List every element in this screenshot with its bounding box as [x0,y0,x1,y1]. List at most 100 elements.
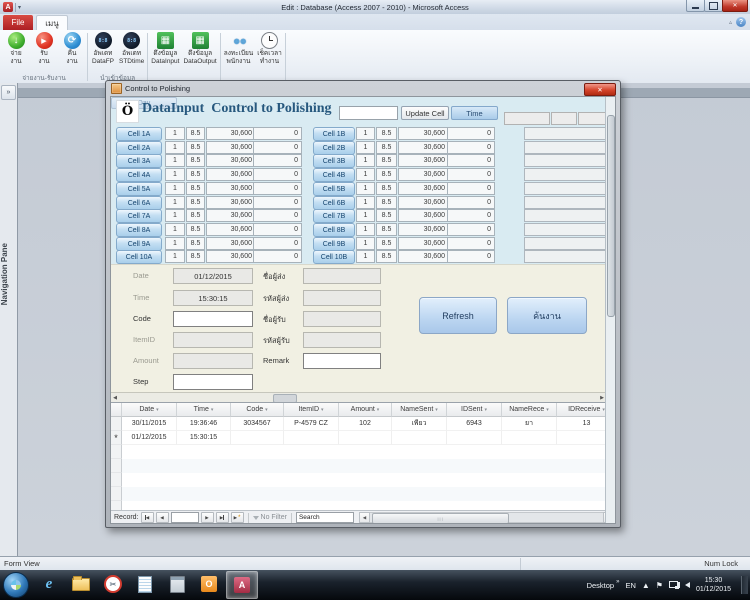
cell-field-target[interactable]: 30,600 [398,209,449,222]
cell-field-qty[interactable]: 1 [165,250,185,263]
cell-field-target[interactable]: 30,600 [206,223,256,236]
cell-field-target[interactable]: 30,600 [398,127,449,140]
cell-button-cell-6b[interactable]: Cell 6B [313,196,355,210]
cell-field-actual[interactable]: 0 [447,141,495,154]
navigation-pane-expand-icon[interactable]: » [1,85,16,100]
tab-file[interactable]: File [3,15,33,30]
start-button[interactable] [3,572,29,598]
cell-button-cell-5b[interactable]: Cell 5B [313,182,355,196]
cell-field-actual[interactable]: 0 [447,209,495,222]
cell-button-cell-5a[interactable]: Cell 5A [116,182,162,196]
cell-field-hours[interactable]: 8.5 [186,182,205,195]
cell-field-actual[interactable]: 0 [447,154,495,167]
column-header-namerece[interactable]: NameRece▾ [502,403,557,417]
ribbon-button-DataFP[interactable]: 8:8อัพเดทDataFP [89,32,117,66]
cell-remark-box[interactable] [524,250,607,263]
sort-dropdown-icon[interactable]: ▾ [156,407,159,413]
cell-button-cell-10a[interactable]: Cell 10A [116,250,162,264]
cell-remark-box[interactable] [524,237,607,250]
scroll-left-icon[interactable]: ◀ [111,394,119,402]
taskbar-button-notepad[interactable] [130,571,160,597]
cell-field-target[interactable]: 30,600 [206,237,256,250]
column-header-idsent[interactable]: IDSent▾ [447,403,502,417]
cell-field-qty[interactable]: 1 [356,250,375,263]
cell-field-hours[interactable]: 8.5 [186,127,205,140]
cell-field-actual[interactable]: 0 [447,127,495,140]
cell-field-actual[interactable]: 0 [253,223,302,236]
column-header-amount[interactable]: Amount▾ [339,403,392,417]
cell-field-qty[interactable]: 1 [356,154,375,167]
show-desktop-button[interactable] [741,576,748,595]
ribbon-button-ทำงาน[interactable]: เช็คเวลาทำงาน [255,32,284,66]
cell-button-cell-7b[interactable]: Cell 7B [313,209,355,223]
taskbar-button-snipping-tool[interactable]: ✂ [98,571,128,597]
ribbon-button-พนักงาน[interactable]: ☻☻ลงทะเบียนพนักงาน [222,32,256,66]
help-icon[interactable]: ? [736,17,746,27]
cell-field-qty[interactable]: 1 [165,182,185,195]
cell-button-cell-9a[interactable]: Cell 9A [116,237,162,251]
cell-field-hours[interactable]: 8.5 [186,209,205,222]
search-input[interactable]: Search [296,512,354,523]
cell-field-actual[interactable]: 0 [447,223,495,236]
cell-field-target[interactable]: 30,600 [206,127,256,140]
first-record-button[interactable]: ◀ [141,512,154,523]
new-record-button[interactable]: ▶* [231,512,244,523]
cell-field-target[interactable]: 30,600 [206,209,256,222]
column-header-code[interactable]: Code▾ [231,403,284,417]
cell-field-hours[interactable]: 8.5 [186,196,205,209]
cell-button-cell-8a[interactable]: Cell 8A [116,223,162,237]
table-row[interactable]: 30/11/201519:36:463034567P-4579 CZ102เพี… [111,417,606,431]
cell-remark-box[interactable] [524,182,607,195]
cell-field-target[interactable]: 30,600 [206,182,256,195]
cell-field-qty[interactable]: 1 [165,209,185,222]
cell-button-cell-4b[interactable]: Cell 4B [313,168,355,182]
cell-field-hours[interactable]: 8.5 [186,168,205,181]
sort-dropdown-icon[interactable]: ▾ [321,407,324,413]
navigation-pane-collapsed[interactable]: » Navigation Pane [0,83,18,556]
show-hidden-icons[interactable]: ▲ [642,581,650,590]
cell-field-qty[interactable]: 1 [356,127,375,140]
cell-field-target[interactable]: 30,600 [206,196,256,209]
field-code[interactable] [173,311,253,327]
cell-field-actual[interactable]: 0 [253,250,302,263]
cell-field-hours[interactable]: 8.5 [376,196,397,209]
cell-field-target[interactable]: 30,600 [398,141,449,154]
cell-field-qty[interactable]: 1 [165,141,185,154]
navigation-pane-label[interactable]: Navigation Pane [0,243,16,305]
no-filter-button[interactable]: No Filter [253,514,287,521]
maximize-button[interactable] [704,0,723,12]
cell-field-hours[interactable]: 8.5 [186,141,205,154]
cell-field-hours[interactable]: 8.5 [376,209,397,222]
column-header-idreceive[interactable]: IDReceive▾ [557,403,606,417]
cell-field-target[interactable]: 30,600 [398,168,449,181]
language-indicator[interactable]: EN [625,581,635,590]
cell-field-qty[interactable]: 1 [165,223,185,236]
cell-field-actual[interactable]: 0 [253,209,302,222]
ribbon-button-DataOutput[interactable]: ▦ดึงข้อมูลDataOutput [181,32,218,66]
close-button[interactable]: ✕ [722,0,748,12]
ribbon-button-งาน[interactable]: ⟳คืนงาน [58,32,86,66]
sort-dropdown-icon[interactable]: ▾ [435,407,438,413]
cell-field-qty[interactable]: 1 [165,196,185,209]
cell-field-qty[interactable]: 1 [356,141,375,154]
cell-button-cell-3a[interactable]: Cell 3A [116,154,162,168]
row-selector-new[interactable]: * [111,431,122,445]
cell-remark-box[interactable] [524,141,607,154]
table-row[interactable]: *01/12/201515:30:15 [111,431,606,445]
cell-field-hours[interactable]: 8.5 [376,127,397,140]
cell-button-cell-6a[interactable]: Cell 6A [116,196,162,210]
cell-field-actual[interactable]: 0 [447,168,495,181]
ribbon-collapse-icon[interactable]: ▵ [729,19,732,26]
cell-field-actual[interactable]: 0 [447,237,495,250]
last-record-button[interactable]: ▶ [216,512,229,523]
cell-field-qty[interactable]: 1 [356,209,375,222]
cell-field-target[interactable]: 30,600 [398,223,449,236]
minimize-button[interactable] [686,0,705,12]
desktop-toolbar[interactable]: Desktop » [587,581,620,590]
datasheet-horizontal-scrollbar[interactable]: ◀ ||| ▶ [359,513,614,522]
cell-remark-box[interactable] [524,223,607,236]
sort-dropdown-icon[interactable]: ▾ [377,407,380,413]
refresh-button[interactable]: Refresh [419,297,497,334]
cell-field-qty[interactable]: 1 [356,237,375,250]
day-field-1[interactable] [504,112,550,125]
